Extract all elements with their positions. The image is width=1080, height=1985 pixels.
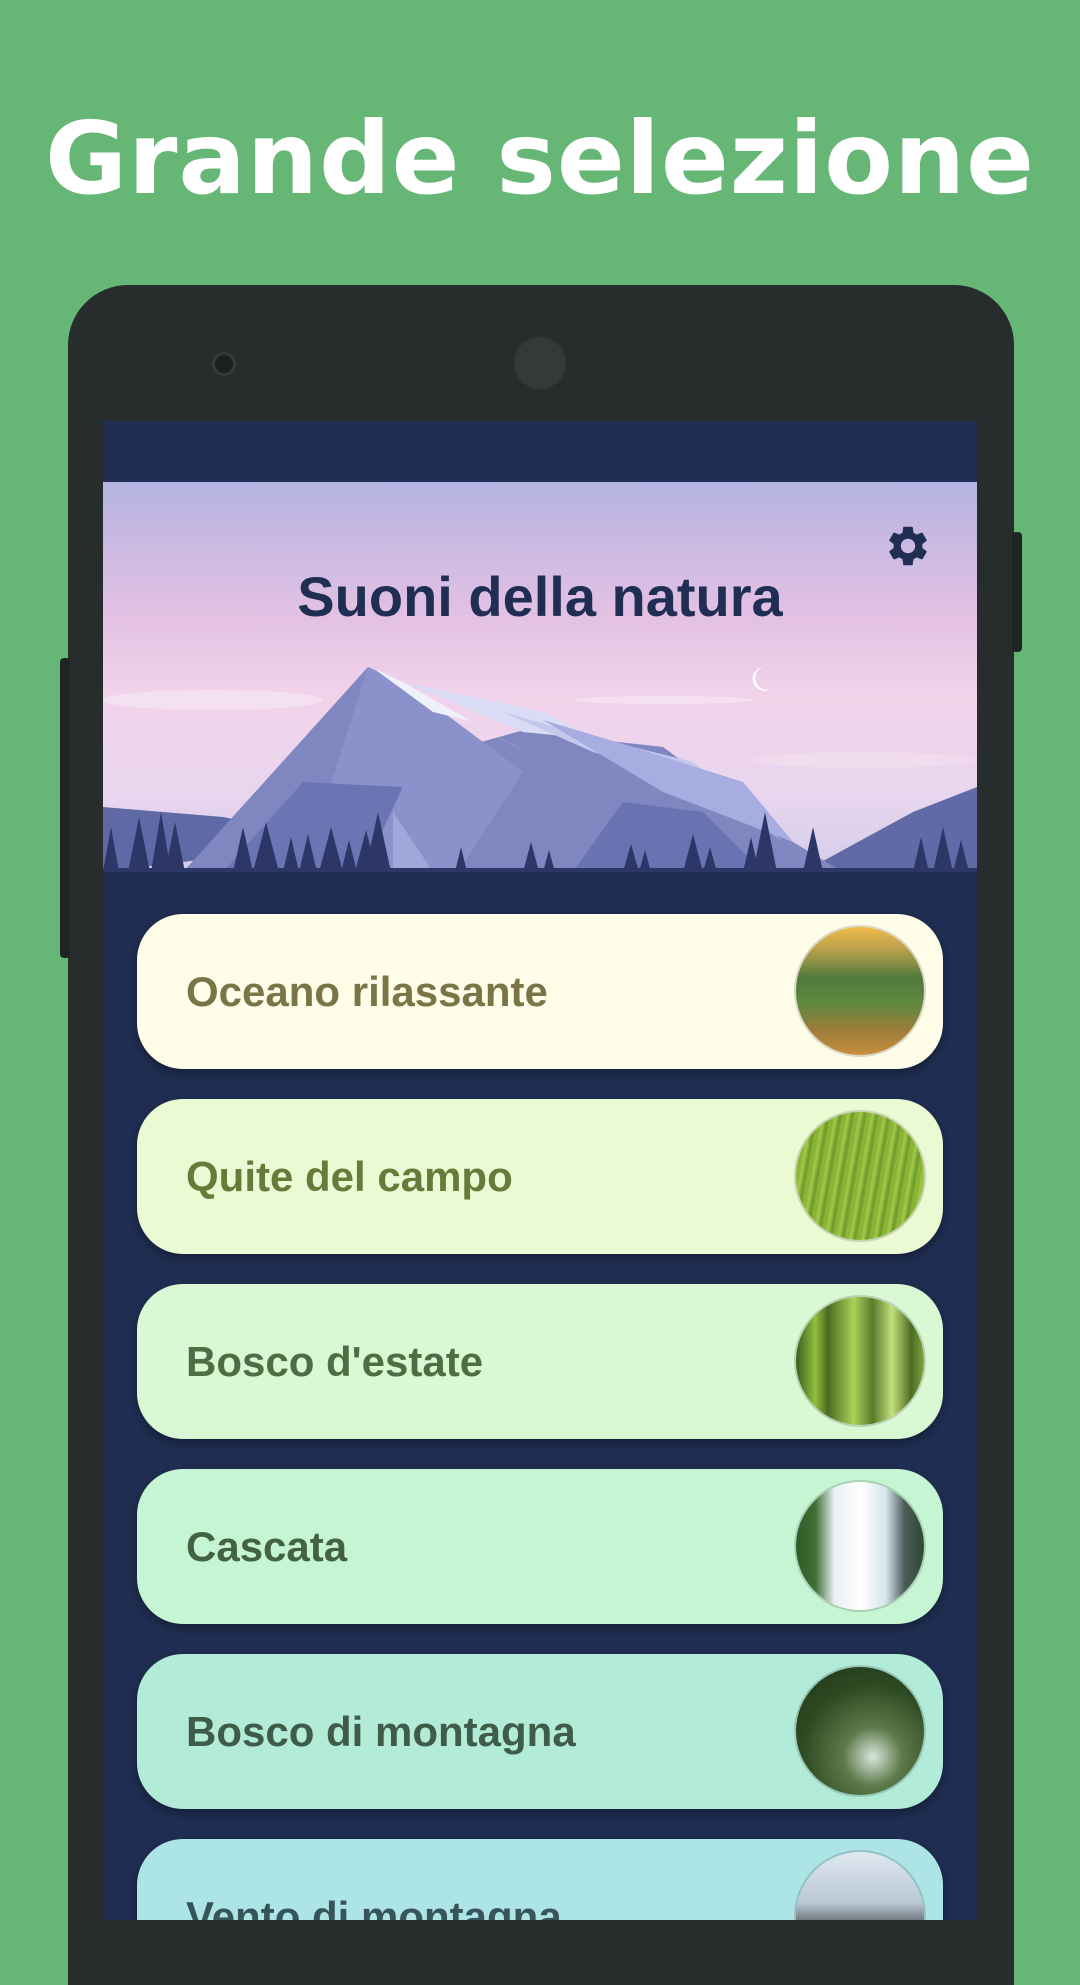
promo-title: Grande selezione	[45, 100, 1035, 217]
sound-card-ocean[interactable]: Oceano rilassante	[137, 914, 943, 1069]
sound-card-summer-forest[interactable]: Bosco d'estate	[137, 1284, 943, 1439]
settings-button[interactable]	[884, 522, 938, 576]
phone-volume-button	[60, 658, 70, 958]
sound-label: Oceano rilassante	[186, 967, 548, 1015]
phone-front-camera	[514, 337, 566, 389]
sound-label: Bosco di montagna	[186, 1707, 576, 1755]
sound-card-mountain-wind[interactable]: Vento di montagna	[137, 1839, 943, 1920]
mountain-landscape	[103, 667, 977, 872]
sound-card-waterfall[interactable]: Cascata	[137, 1469, 943, 1624]
waterfall-thumbnail	[796, 1482, 924, 1610]
phone-sensor	[212, 352, 236, 376]
sound-list: Oceano rilassante Quite del campo Bosco …	[137, 914, 943, 1920]
ocean-thumbnail	[796, 927, 924, 1055]
mountain-forest-thumbnail	[796, 1667, 924, 1795]
status-bar	[103, 421, 977, 482]
summer-forest-thumbnail	[796, 1297, 924, 1425]
app-screen: Suoni della natura Oceano rilassante Qui…	[103, 421, 977, 1920]
header-illustration: Suoni della natura	[103, 482, 977, 872]
app-title: Suoni della natura	[297, 565, 783, 628]
sound-card-field[interactable]: Quite del campo	[137, 1099, 943, 1254]
sound-label: Vento di montagna	[186, 1892, 562, 1921]
gear-icon	[889, 526, 927, 566]
phone-power-button	[1012, 532, 1022, 652]
sound-label: Quite del campo	[186, 1152, 513, 1200]
sound-label: Cascata	[186, 1522, 348, 1570]
field-thumbnail	[796, 1112, 924, 1240]
sound-card-mountain-forest[interactable]: Bosco di montagna	[137, 1654, 943, 1809]
mountain-wind-thumbnail	[796, 1852, 924, 1920]
sound-label: Bosco d'estate	[186, 1337, 484, 1385]
